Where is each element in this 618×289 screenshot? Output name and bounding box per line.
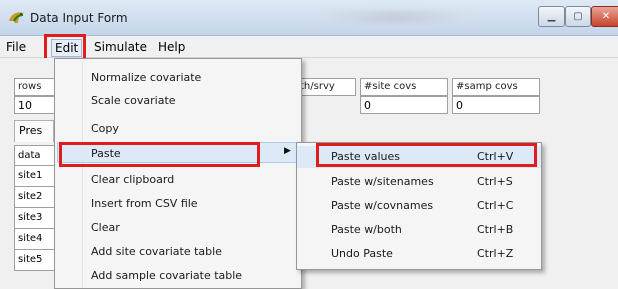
samp-covs-input[interactable]: 0: [452, 96, 540, 114]
menu-item-add-site-cov-table[interactable]: Add site covariate table: [91, 245, 222, 258]
submenu-shortcut: Ctrl+B: [477, 223, 514, 236]
samp-covs-label: #samp covs: [452, 78, 540, 96]
site-covs-input[interactable]: 0: [360, 96, 448, 114]
submenu-shortcut: Ctrl+C: [477, 199, 514, 212]
menu-simulate[interactable]: Simulate: [94, 40, 147, 54]
menu-item-clear-clipboard[interactable]: Clear clipboard: [91, 173, 174, 186]
submenu-shortcut: Ctrl+S: [477, 175, 513, 188]
title-bar: Data Input Form ▁ ▢ ✕: [0, 0, 618, 36]
submenu-item-paste-sitenames[interactable]: Paste w/sitenames Ctrl+S: [297, 171, 541, 193]
col-header: th/srvy: [296, 78, 356, 96]
menu-help[interactable]: Help: [158, 40, 185, 54]
menu-item-clear[interactable]: Clear: [91, 221, 120, 234]
window-title: Data Input Form: [30, 11, 128, 25]
paste-highlight-box: [59, 142, 260, 167]
submenu-label: Paste w/both: [331, 223, 402, 236]
minimize-icon[interactable]: ▁: [538, 6, 565, 27]
submenu-arrow-icon: ▶: [284, 146, 291, 156]
submenu-label: Paste w/sitenames: [331, 175, 434, 188]
tab-presence[interactable]: Pres: [14, 120, 54, 142]
menu-file[interactable]: File: [6, 40, 26, 54]
menu-bar: File Edit Simulate Help: [0, 36, 618, 58]
submenu-item-undo-paste[interactable]: Undo Paste Ctrl+Z: [297, 243, 541, 265]
menu-item-insert-csv[interactable]: Insert from CSV file: [91, 197, 198, 210]
submenu-item-paste-covnames[interactable]: Paste w/covnames Ctrl+C: [297, 195, 541, 217]
submenu-label: Paste w/covnames: [331, 199, 434, 212]
menu-item-copy[interactable]: Copy: [91, 122, 119, 135]
submenu-label: Undo Paste: [331, 247, 393, 260]
menu-item-add-sample-cov-table[interactable]: Add sample covariate table: [91, 269, 242, 282]
bird-icon: [8, 10, 26, 26]
menu-gutter: [82, 61, 83, 288]
edit-menu: Normalize covariate Scale covariate Copy…: [54, 58, 302, 289]
site-covs-label: #site covs: [360, 78, 448, 96]
menu-item-normalize-covariate[interactable]: Normalize covariate: [91, 71, 201, 84]
maximize-icon[interactable]: ▢: [565, 6, 591, 27]
submenu-item-paste-both[interactable]: Paste w/both Ctrl+B: [297, 219, 541, 241]
close-icon[interactable]: ✕: [591, 6, 618, 27]
submenu-shortcut: Ctrl+Z: [477, 247, 514, 260]
menu-item-scale-covariate[interactable]: Scale covariate: [91, 94, 176, 107]
paste-values-highlight-box: [316, 143, 537, 167]
blurred-title-text: [320, 11, 470, 23]
